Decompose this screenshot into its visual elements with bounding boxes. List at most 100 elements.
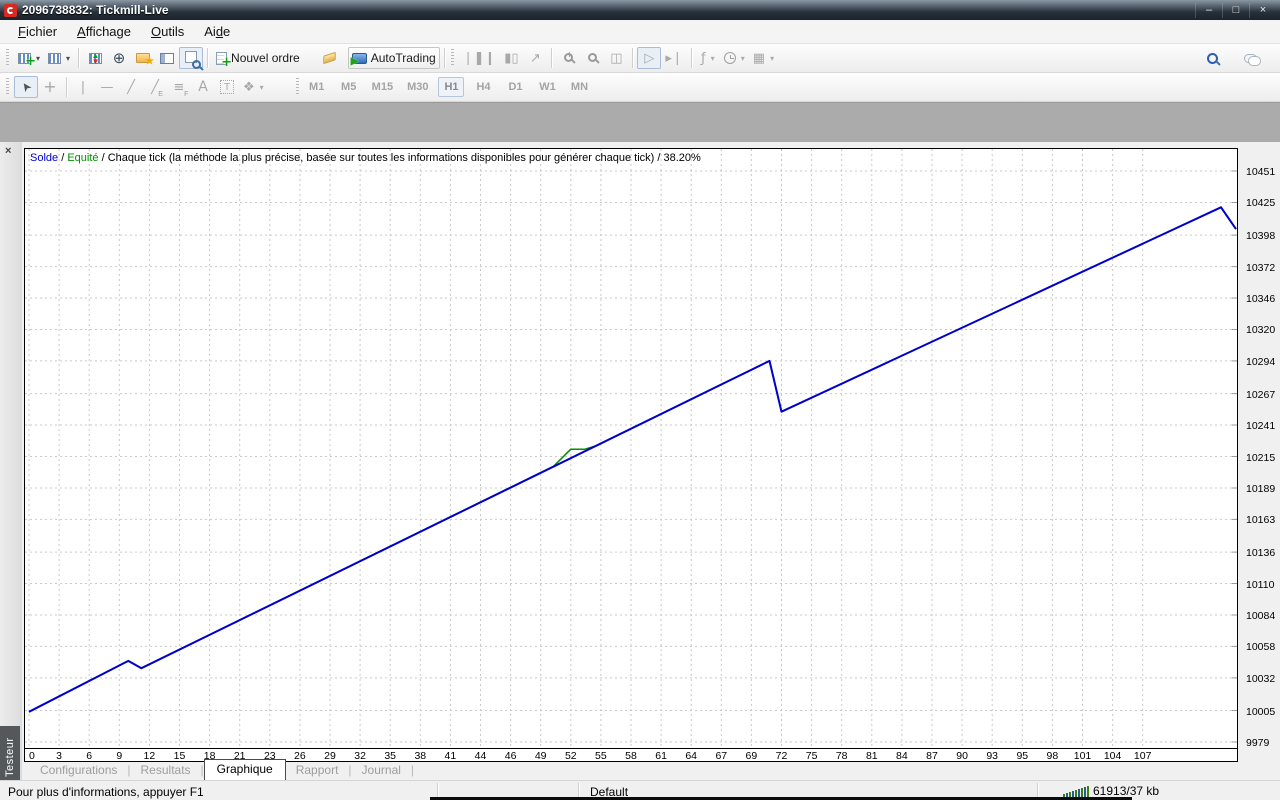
chart-profile-button[interactable]: ▾ — [44, 47, 74, 69]
toolbar-grip[interactable] — [6, 78, 9, 96]
x-tick-label: 67 — [715, 750, 727, 761]
x-tick-label: 93 — [986, 750, 998, 761]
autotrading-button[interactable]: ▶ AutoTrading — [348, 47, 440, 69]
status-help-text: Pour plus d'informations, appuyer F1 — [8, 785, 204, 799]
data-window-button[interactable]: ⊕ — [107, 47, 131, 69]
maximize-button[interactable]: □ — [1222, 3, 1249, 18]
text-label-button[interactable]: T — [215, 76, 239, 98]
x-tick-label: 9 — [116, 750, 122, 761]
x-tick-label: 12 — [144, 750, 156, 761]
tab-journal[interactable]: Journal — [352, 761, 411, 780]
templates-button[interactable]: ▦ ▾ — [749, 47, 778, 69]
x-tick-label: 72 — [776, 750, 788, 761]
bar-chart-button[interactable]: ❘❚❙ — [459, 47, 500, 69]
timeframe-mn[interactable]: MN — [566, 77, 592, 97]
indicators-icon: ƒ — [701, 52, 706, 65]
panel-close-icon[interactable]: × — [5, 145, 11, 157]
legend-description: Chaque tick (la méthode la plus précise,… — [108, 152, 701, 164]
window-title: 2096738832: Tickmill-Live — [22, 3, 169, 17]
timeframe-h1[interactable]: H1 — [438, 77, 464, 97]
zoom-out-button[interactable]: − — [580, 47, 604, 69]
chart-shift-button[interactable]: ▸❘ — [661, 47, 686, 69]
status-bandwidth: 61913/37 kb — [1093, 784, 1159, 798]
market-watch-button[interactable]: ▲▼ — [83, 47, 107, 69]
window-controls: – □ × — [1195, 3, 1276, 18]
minimize-button[interactable]: – — [1195, 3, 1222, 18]
timeframe-m30[interactable]: M30 — [403, 77, 432, 97]
timeframe-m5[interactable]: M5 — [336, 77, 362, 97]
strategy-tester-icon — [185, 51, 197, 66]
candlestick-button[interactable]: ▮▯ — [499, 47, 523, 69]
new-order-icon: + — [216, 52, 227, 65]
y-tick-label: 10425 — [1246, 197, 1275, 209]
chat-icon — [1244, 54, 1257, 63]
legend-equite: Equité — [67, 152, 98, 164]
search-button[interactable] — [1200, 47, 1224, 69]
toolbar-grip[interactable] — [6, 49, 9, 67]
tester-chart: 0369121518212326293235384144464952555861… — [24, 148, 1238, 762]
menu-fichier[interactable]: Fichier — [8, 21, 67, 42]
timeframe-toolbar: M1 M5 M15 M30 H1 H4 D1 W1 MN — [304, 77, 593, 97]
x-tick-label: 41 — [445, 750, 457, 761]
y-tick-label: 10163 — [1246, 514, 1275, 526]
crosshair-button[interactable]: + — [38, 76, 62, 98]
text-button[interactable]: A — [191, 76, 215, 98]
timeframe-m15[interactable]: M15 — [368, 77, 397, 97]
x-tick-label: 98 — [1047, 750, 1059, 761]
timeframe-m1[interactable]: M1 — [304, 77, 330, 97]
menu-affichage[interactable]: Affichage — [67, 21, 141, 42]
strategy-tester-button[interactable] — [179, 47, 203, 69]
y-tick-label: 10398 — [1246, 230, 1275, 242]
y-axis-labels: 1045110425103981037210346103201029410267… — [1246, 149, 1280, 763]
timeframe-h4[interactable]: H4 — [470, 77, 496, 97]
timeframe-w1[interactable]: W1 — [534, 77, 560, 97]
periods-button[interactable]: ▾ — [720, 47, 749, 69]
search-icon — [1207, 53, 1218, 64]
chevron-down-icon: ▾ — [66, 54, 70, 63]
x-tick-label: 61 — [655, 750, 667, 761]
x-tick-label: 75 — [806, 750, 818, 761]
tab-configurations[interactable]: Configurations — [30, 761, 127, 780]
app-logo-icon — [4, 4, 17, 17]
chevron-down-icon: ▾ — [741, 54, 745, 63]
trendline-button[interactable]: ╱ — [119, 76, 143, 98]
tab-resultats[interactable]: Resultats — [131, 761, 201, 780]
arrows-button[interactable]: ❖ ▾ — [239, 76, 268, 98]
tester-vertical-tab[interactable]: Testeur — [0, 726, 20, 788]
menu-outils[interactable]: Outils — [141, 21, 194, 42]
metaeditor-button[interactable] — [318, 47, 342, 69]
y-tick-label: 10215 — [1246, 452, 1275, 464]
new-order-button[interactable]: + Nouvel ordre — [212, 47, 304, 69]
tile-windows-button[interactable]: ◫ — [604, 47, 628, 69]
toolbar-grip[interactable] — [296, 78, 299, 96]
toolbar-grip[interactable] — [451, 49, 454, 67]
new-chart-button[interactable]: + ▾ — [14, 47, 44, 69]
fibonacci-button[interactable]: ≡F — [167, 76, 191, 98]
cursor-icon: ➤ — [18, 79, 34, 94]
title-bar: 2096738832: Tickmill-Live – □ × — [0, 0, 1280, 20]
line-chart-icon: ↗ — [530, 52, 541, 65]
channel-button[interactable]: ╱E — [143, 76, 167, 98]
y-tick-label: 10084 — [1246, 610, 1275, 622]
terminal-button[interactable] — [155, 47, 179, 69]
line-chart-button[interactable]: ↗ — [523, 47, 547, 69]
x-tick-label: 44 — [475, 750, 487, 761]
cursor-button[interactable]: ➤ — [14, 76, 38, 98]
navigator-button[interactable]: ★ — [131, 47, 155, 69]
auto-scroll-button[interactable]: ▷ — [637, 47, 661, 69]
vertical-line-icon: | — [81, 81, 85, 94]
vertical-line-button[interactable]: | — [71, 76, 95, 98]
tab-rapport[interactable]: Rapport — [286, 761, 349, 780]
zoom-in-button[interactable]: + — [556, 47, 580, 69]
chat-button[interactable] — [1238, 47, 1262, 69]
indicators-button[interactable]: ƒ ▾ — [696, 47, 720, 69]
close-button[interactable]: × — [1249, 3, 1276, 18]
tab-graphique[interactable]: Graphique — [204, 759, 286, 781]
menu-aide[interactable]: Aide — [194, 21, 240, 42]
y-tick-label: 10267 — [1246, 389, 1275, 401]
x-tick-label: 0 — [29, 750, 35, 761]
legend-solde: Solde — [30, 152, 58, 164]
timeframe-d1[interactable]: D1 — [502, 77, 528, 97]
horizontal-line-button[interactable]: — — [95, 76, 119, 98]
y-tick-label: 10005 — [1246, 706, 1275, 718]
